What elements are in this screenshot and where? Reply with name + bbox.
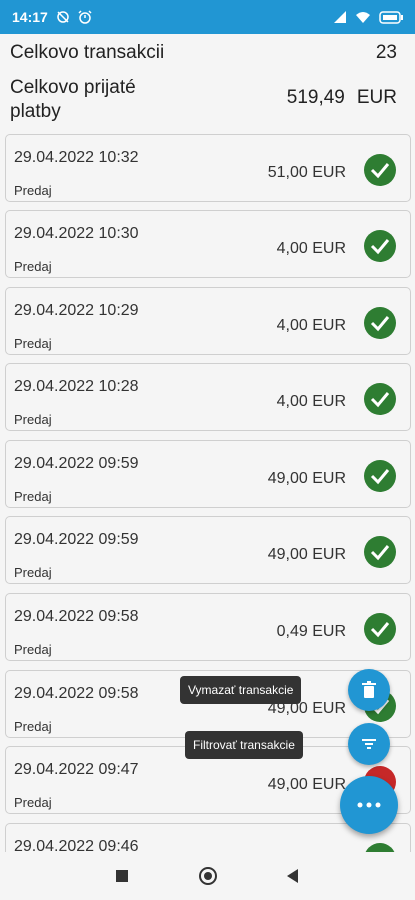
recents-button[interactable] — [116, 870, 128, 882]
filter-transactions-tooltip[interactable]: Filtrovať transakcie — [185, 731, 303, 759]
transaction-type: Predaj — [14, 259, 52, 274]
transaction-amount: 0,49 EUR — [276, 623, 346, 640]
transaction-datetime: 29.04.2022 09:58 — [14, 685, 139, 702]
transaction-datetime: 29.04.2022 09:46 — [14, 838, 139, 852]
transaction-card[interactable]: 29.04.2022 09:58 Predaj 0,49 EUR — [5, 593, 411, 661]
transaction-datetime: 29.04.2022 09:47 — [14, 761, 139, 778]
success-check-icon — [364, 460, 396, 492]
transaction-type: Predaj — [14, 336, 52, 351]
summary-panel: Celkovo transakcii 23 Celkovo prijaté pl… — [0, 34, 415, 126]
transaction-card[interactable]: 29.04.2022 09:59 Predaj 49,00 EUR — [5, 440, 411, 508]
transaction-type: Predaj — [14, 412, 52, 427]
status-time: 14:17 — [12, 9, 48, 25]
speed-dial-button[interactable] — [340, 776, 398, 834]
transaction-datetime: 29.04.2022 10:28 — [14, 378, 139, 395]
total-received-label: Celkovo prijaté platby — [10, 77, 136, 122]
success-check-icon — [364, 230, 396, 262]
home-button[interactable] — [199, 867, 217, 885]
trash-icon — [362, 681, 376, 698]
signal-icon — [334, 11, 346, 23]
success-check-icon — [364, 613, 396, 645]
transaction-datetime: 29.04.2022 09:59 — [14, 455, 139, 472]
success-check-icon — [364, 307, 396, 339]
transaction-card[interactable]: 29.04.2022 10:28 Predaj 4,00 EUR — [5, 363, 411, 431]
transaction-type: Predaj — [14, 565, 52, 580]
filter-transactions-button[interactable] — [348, 723, 390, 765]
transaction-amount: 49,00 EUR — [267, 470, 346, 487]
transaction-amount: 49,00 EUR — [267, 776, 346, 793]
transaction-datetime: 29.04.2022 10:29 — [14, 302, 139, 319]
transaction-card[interactable]: 29.04.2022 10:30 Predaj 4,00 EUR — [5, 210, 411, 278]
total-transactions-label: Celkovo transakcii — [10, 42, 165, 63]
transaction-type: Predaj — [14, 183, 52, 198]
back-button[interactable] — [287, 869, 298, 883]
transaction-amount: 4,00 EUR — [276, 240, 346, 257]
transaction-amount: 4,00 EUR — [276, 393, 346, 410]
total-received-amount: 519,49 EUR — [287, 87, 397, 109]
total-received-currency: EUR — [356, 87, 397, 108]
transaction-amount: 51,00 EUR — [267, 164, 346, 181]
sync-off-icon — [57, 11, 69, 23]
total-received-value: 519,49 — [286, 87, 345, 108]
transaction-card[interactable]: 29.04.2022 09:59 Predaj 49,00 EUR — [5, 516, 411, 584]
success-check-icon — [364, 383, 396, 415]
transaction-datetime: 29.04.2022 10:30 — [14, 225, 139, 242]
transaction-type: Predaj — [14, 719, 52, 734]
system-nav-bar — [0, 852, 415, 900]
battery-icon — [379, 10, 403, 24]
transaction-card[interactable]: 29.04.2022 10:29 Predaj 4,00 EUR — [5, 287, 411, 355]
success-check-icon — [364, 536, 396, 568]
filter-icon — [362, 739, 376, 749]
delete-transactions-button[interactable] — [348, 669, 390, 711]
success-check-icon — [364, 154, 396, 186]
delete-transactions-tooltip[interactable]: Vymazať transakcie — [180, 676, 302, 704]
wifi-icon — [356, 12, 370, 23]
alarm-icon — [78, 10, 92, 24]
transaction-type: Predaj — [14, 795, 52, 810]
status-bar: 14:17 — [0, 0, 415, 34]
success-check-icon — [364, 843, 396, 852]
transaction-datetime: 29.04.2022 09:59 — [14, 531, 139, 548]
total-transactions-value: 23 — [375, 42, 397, 63]
transaction-amount: 49,00 EUR — [267, 546, 346, 563]
transaction-datetime: 29.04.2022 09:58 — [14, 608, 139, 625]
more-horiz-icon — [357, 802, 381, 808]
transaction-card[interactable]: 29.04.2022 10:32 Predaj 51,00 EUR — [5, 134, 411, 202]
transaction-amount: 4,00 EUR — [276, 317, 346, 334]
transaction-type: Predaj — [14, 489, 52, 504]
total-transactions-row: Celkovo transakcii 23 — [10, 42, 397, 64]
transaction-datetime: 29.04.2022 10:32 — [14, 149, 139, 166]
transaction-type: Predaj — [14, 642, 52, 657]
